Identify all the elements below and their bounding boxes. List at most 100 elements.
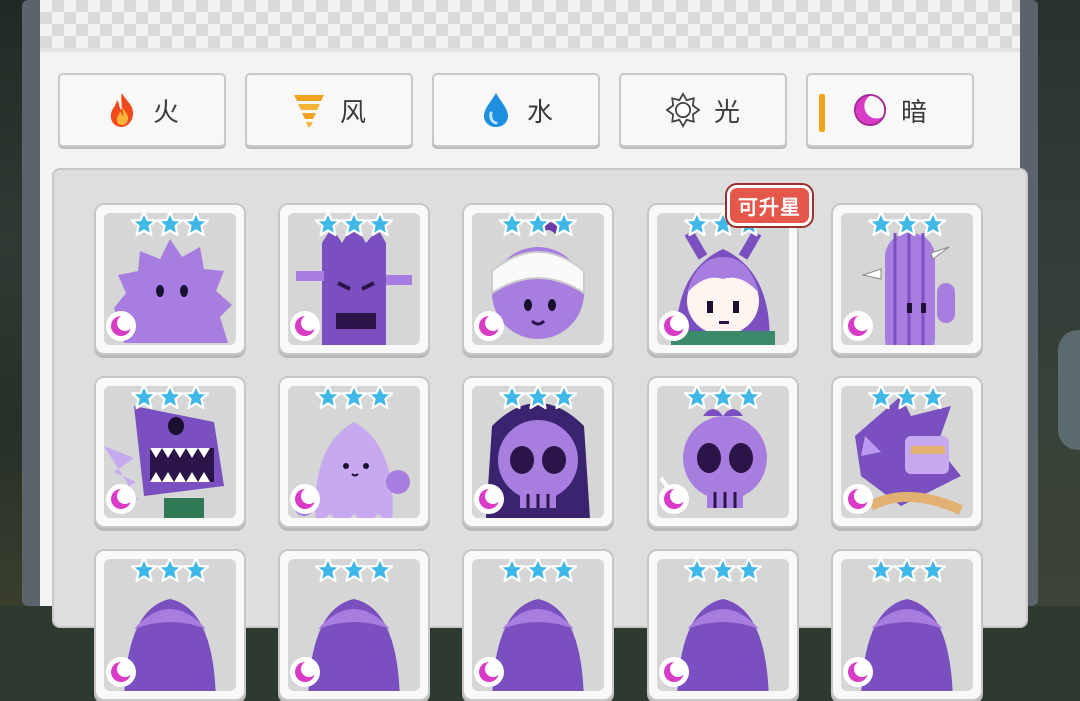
crescent-moon-icon <box>853 91 887 129</box>
star-rating <box>280 210 428 241</box>
character-card[interactable] <box>831 549 983 701</box>
star-icon <box>130 556 158 587</box>
star-icon <box>314 556 342 587</box>
star-icon <box>156 210 184 241</box>
upgrade-star-badge: 可升星 <box>727 185 812 226</box>
star-icon <box>130 210 158 241</box>
character-card[interactable] <box>462 203 614 355</box>
star-icon <box>550 383 578 414</box>
water-drop-icon <box>479 91 513 129</box>
character-card[interactable]: 可升星 <box>647 185 812 355</box>
tab-water[interactable]: 水 <box>432 73 600 147</box>
star-icon <box>366 383 394 414</box>
star-icon <box>709 383 737 414</box>
character-card[interactable] <box>94 549 246 701</box>
dark-element-icon <box>106 484 136 514</box>
star-icon <box>919 210 947 241</box>
character-card[interactable] <box>278 203 430 355</box>
header-pattern <box>40 0 1020 52</box>
star-rating <box>649 556 797 587</box>
character-card[interactable] <box>94 376 246 528</box>
dark-element-icon <box>843 484 873 514</box>
character-card[interactable] <box>462 376 614 528</box>
dark-element-icon <box>843 657 873 687</box>
character-card[interactable] <box>278 376 430 528</box>
star-icon <box>340 556 368 587</box>
star-icon <box>156 556 184 587</box>
star-icon <box>735 556 763 587</box>
star-icon <box>182 210 210 241</box>
dark-element-icon <box>474 484 504 514</box>
star-rating <box>96 556 244 587</box>
tab-light[interactable]: 光 <box>619 73 787 147</box>
star-icon <box>130 383 158 414</box>
character-card[interactable] <box>831 203 983 355</box>
star-rating <box>464 210 612 241</box>
fire-icon <box>105 91 139 129</box>
star-rating <box>833 383 981 414</box>
tornado-icon <box>292 91 326 129</box>
star-icon <box>182 383 210 414</box>
star-rating <box>833 556 981 587</box>
star-icon <box>893 556 921 587</box>
dark-element-icon <box>106 311 136 341</box>
star-icon <box>550 210 578 241</box>
character-card[interactable] <box>647 376 799 528</box>
star-rating <box>280 556 428 587</box>
character-card[interactable] <box>278 549 430 701</box>
dark-element-icon <box>659 657 689 687</box>
star-icon <box>498 383 526 414</box>
star-icon <box>893 210 921 241</box>
star-icon <box>182 556 210 587</box>
star-icon <box>498 556 526 587</box>
tab-dark[interactable]: 暗 <box>806 73 974 147</box>
star-rating <box>96 383 244 414</box>
dark-element-icon <box>290 311 320 341</box>
star-icon <box>919 556 947 587</box>
character-card[interactable] <box>462 549 614 701</box>
dark-element-icon <box>290 484 320 514</box>
character-card[interactable] <box>94 203 246 355</box>
star-icon <box>893 383 921 414</box>
star-rating <box>464 383 612 414</box>
character-card[interactable] <box>831 376 983 528</box>
star-icon <box>366 210 394 241</box>
star-icon <box>867 383 895 414</box>
dark-element-icon <box>659 484 689 514</box>
element-tabs: 火 风 水 光 暗 <box>58 73 974 147</box>
star-icon <box>314 210 342 241</box>
dark-element-icon <box>474 311 504 341</box>
star-icon <box>867 210 895 241</box>
star-icon <box>524 383 552 414</box>
dark-element-icon <box>474 657 504 687</box>
star-icon <box>340 383 368 414</box>
star-icon <box>867 556 895 587</box>
star-icon <box>366 556 394 587</box>
star-rating <box>96 210 244 241</box>
tab-fire-label: 火 <box>152 97 179 128</box>
dark-element-icon <box>290 657 320 687</box>
star-icon <box>683 383 711 414</box>
dark-element-icon <box>843 311 873 341</box>
dark-element-icon <box>106 657 136 687</box>
star-icon <box>709 556 737 587</box>
sun-icon <box>665 91 700 129</box>
star-icon <box>340 210 368 241</box>
tab-wind-label: 风 <box>339 97 366 128</box>
tab-wind[interactable]: 风 <box>245 73 413 147</box>
dark-element-icon <box>659 311 689 341</box>
tab-dark-label: 暗 <box>900 97 927 128</box>
star-rating <box>649 383 797 414</box>
star-icon <box>498 210 526 241</box>
star-icon <box>683 210 711 241</box>
character-card[interactable] <box>647 549 799 701</box>
star-icon <box>314 383 342 414</box>
star-icon <box>735 383 763 414</box>
star-icon <box>156 383 184 414</box>
star-rating <box>464 556 612 587</box>
tab-fire[interactable]: 火 <box>58 73 226 147</box>
star-icon <box>919 383 947 414</box>
active-tab-indicator <box>819 94 825 132</box>
background-right <box>1036 0 1080 606</box>
star-icon <box>550 556 578 587</box>
